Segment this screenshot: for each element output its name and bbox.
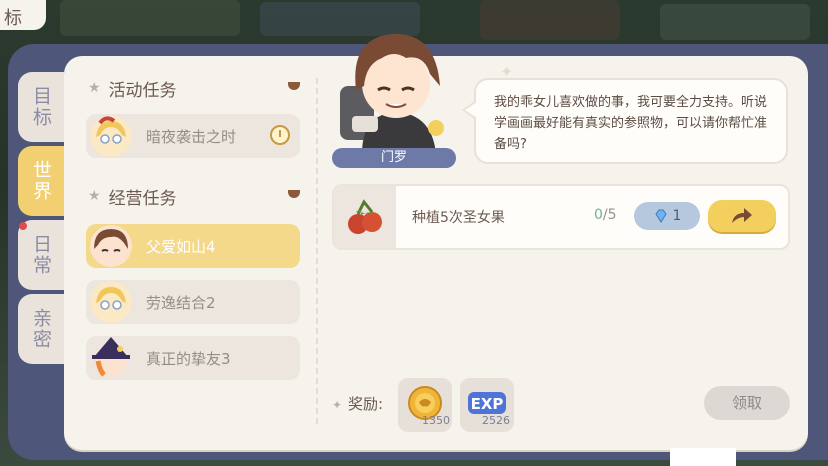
claim-button[interactable]: 领取 xyxy=(704,386,790,420)
task-item-night-raid[interactable]: 暗夜袭击之时 xyxy=(86,114,300,158)
bottom-overlay xyxy=(670,448,736,466)
section-activity-header: ★ 活动任务 xyxy=(88,76,300,101)
objective-label: 种植5次圣女果 xyxy=(412,210,505,226)
task-label: 真正的挚友3 xyxy=(146,349,231,368)
task-label: 父爱如山4 xyxy=(146,237,216,256)
gem-icon xyxy=(654,209,667,223)
arrow-right-icon xyxy=(732,208,752,223)
tab-goals[interactable]: 目标 xyxy=(18,72,64,142)
objective-progress: 0/5 xyxy=(594,207,617,223)
reward-label: 奖励: xyxy=(348,395,384,413)
task-item-true-friend[interactable]: 真正的挚友3 xyxy=(86,336,300,380)
list-divider xyxy=(316,78,318,428)
objective-icon-box xyxy=(334,186,396,248)
avatar-blonde-girl xyxy=(90,281,132,323)
section-activity-title: 活动任务 xyxy=(108,80,177,101)
task-label: 暗夜袭击之时 xyxy=(146,127,237,146)
tab-world-label: 世界 xyxy=(30,160,52,202)
task-item-work-rest[interactable]: 劳逸结合2 xyxy=(86,280,300,324)
exp-badge-text: EXP xyxy=(471,395,504,413)
dialogue-text: 我的乖女儿喜欢做的事，我可要全力支持。听说学画画最好能有真实的参照物，可以请你帮… xyxy=(494,95,768,152)
star-icon: ✦ xyxy=(332,398,343,412)
tab-goals-label: 目标 xyxy=(30,86,52,128)
npc-name-tag: 门罗 xyxy=(332,148,456,168)
section-business-title: 经营任务 xyxy=(108,188,177,209)
clock-icon xyxy=(270,125,290,145)
task-item-fathers-love[interactable]: 父爱如山4 xyxy=(86,224,300,268)
avatar-blonde-girl xyxy=(90,115,132,157)
section-business-header: ★ 经营任务 xyxy=(88,184,300,209)
daily-notification-dot xyxy=(19,222,27,230)
tab-world[interactable]: 世界 xyxy=(18,146,64,216)
reward-exp-count: 2526 xyxy=(482,414,510,427)
tab-intimacy[interactable]: 亲密 xyxy=(18,294,64,364)
bubble-tail-inner xyxy=(465,102,477,118)
star-icon: ★ xyxy=(88,188,101,204)
cherry-tomato-icon xyxy=(348,199,382,234)
objective-progress-total: /5 xyxy=(602,207,617,223)
npc-portrait xyxy=(332,24,458,154)
tab-intimacy-label: 亲密 xyxy=(30,308,52,350)
avatar-brown-hair-man xyxy=(90,225,132,267)
star-icon: ★ xyxy=(88,80,101,96)
reward-coin-count: 1350 xyxy=(422,414,450,427)
task-label: 劳逸结合2 xyxy=(146,293,216,312)
corner-tab[interactable]: 标 xyxy=(0,0,46,30)
corner-tab-label: 标 xyxy=(4,8,22,29)
gem-reward-count: 1 xyxy=(672,208,682,224)
dialogue-bubble: 我的乖女儿喜欢做的事，我可要全力支持。听说学画画最好能有真实的参照物，可以请你帮… xyxy=(474,78,788,164)
tab-daily[interactable]: 日常 xyxy=(18,220,64,290)
objective-progress-current: 0 xyxy=(594,207,603,223)
tab-daily-label: 日常 xyxy=(30,234,52,276)
gem-reward-pill: 1 xyxy=(634,202,700,230)
avatar-witch-girl xyxy=(90,337,132,379)
go-button[interactable] xyxy=(708,200,776,232)
